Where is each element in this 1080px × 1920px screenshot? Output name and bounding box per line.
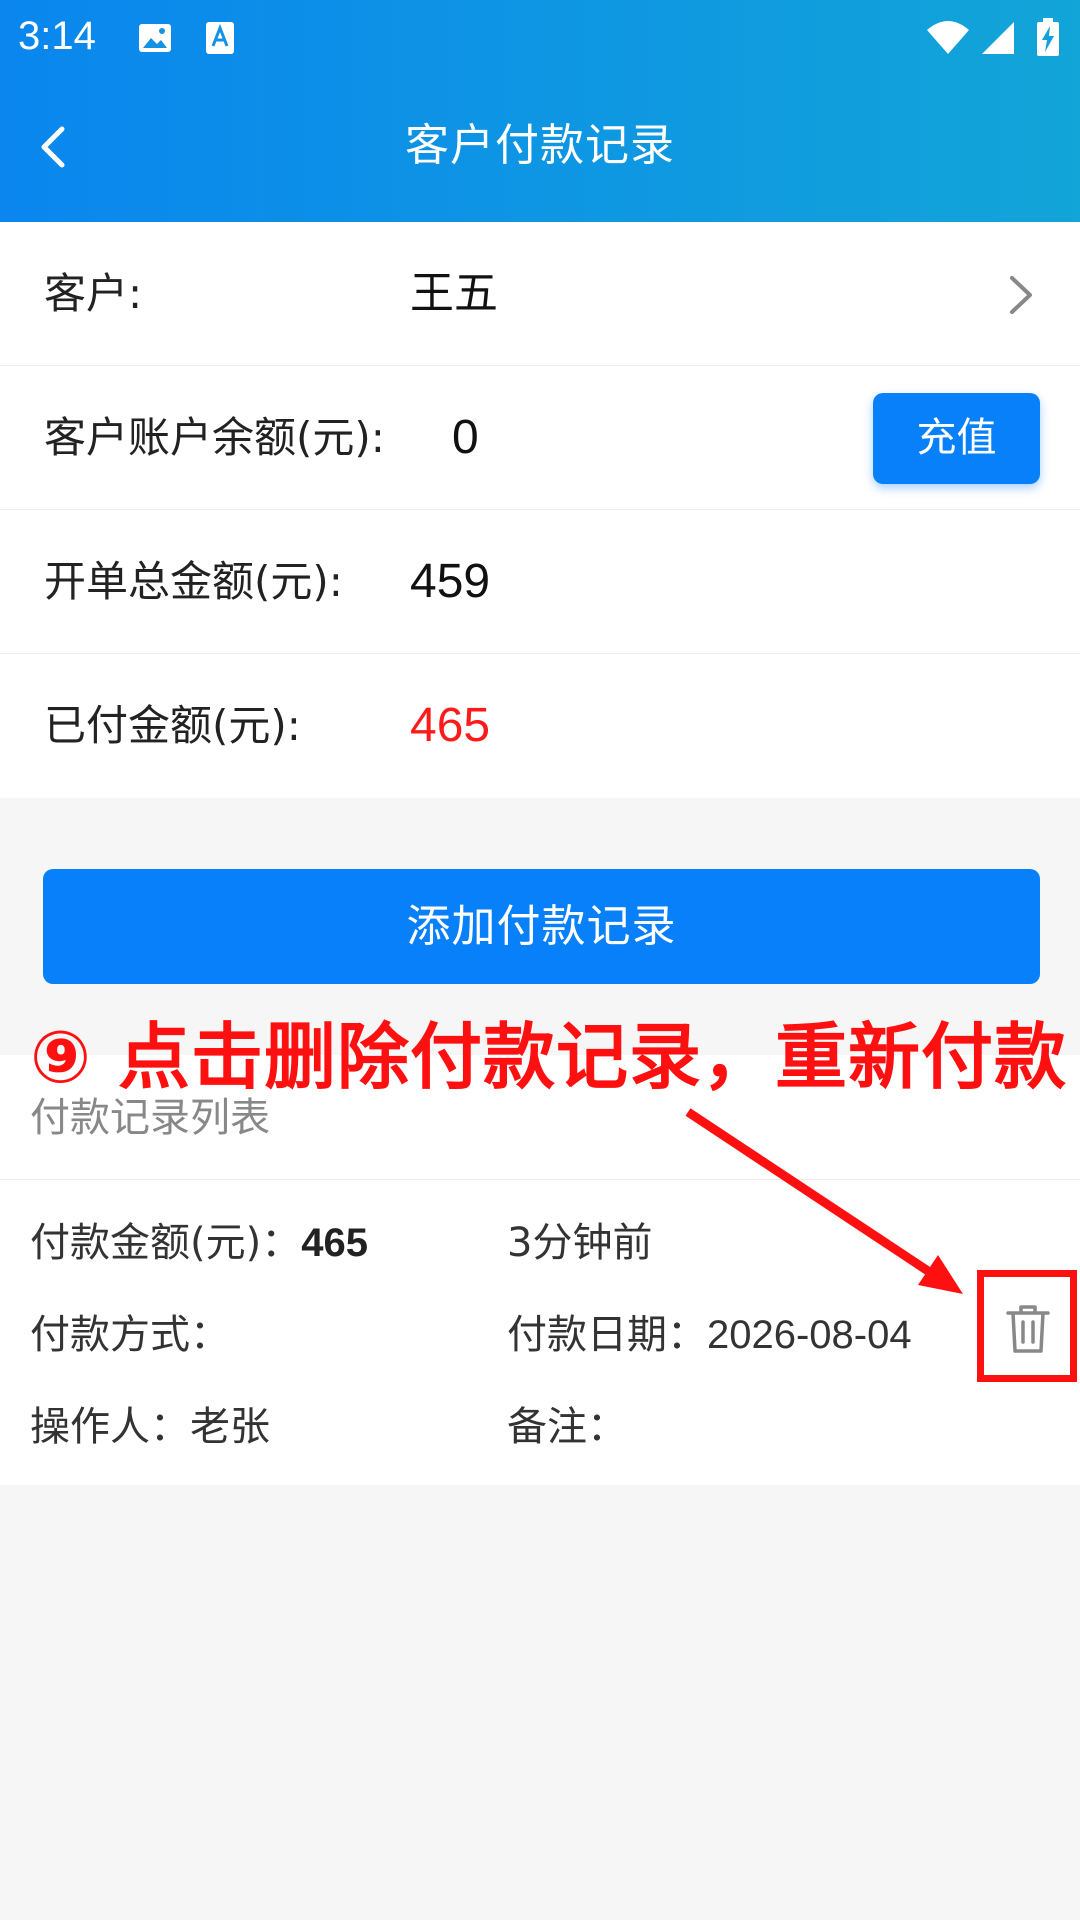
payment-date-value: 2026-08-04 bbox=[707, 1313, 912, 1357]
paid-amount-value: 465 bbox=[410, 699, 491, 752]
wifi-icon bbox=[927, 21, 969, 54]
operator-field: 操作人：老张 bbox=[30, 1402, 270, 1452]
payment-amount-label: 付款金额(元)： bbox=[30, 1220, 302, 1266]
total-amount-label: 开单总金额(元): bbox=[44, 557, 343, 606]
customer-info-section: 客户: 王五 客户账户余额(元): 0 充值 开单总金额(元): 459 已付金… bbox=[0, 222, 1080, 798]
total-amount-row: 开单总金额(元): 459 bbox=[0, 510, 1080, 654]
time-ago-text: 3分钟前 bbox=[507, 1220, 653, 1266]
payment-amount-value: 465 bbox=[301, 1221, 368, 1265]
page-title: 客户付款记录 bbox=[405, 120, 675, 171]
balance-label: 客户账户余额(元): bbox=[44, 413, 385, 462]
payment-date-label: 付款日期： bbox=[507, 1312, 707, 1358]
font-icon bbox=[206, 22, 234, 54]
note-label: 备注： bbox=[507, 1404, 627, 1450]
recharge-button[interactable]: 充值 bbox=[873, 393, 1040, 484]
operator-label: 操作人： bbox=[30, 1404, 190, 1450]
note-field: 备注： bbox=[507, 1402, 627, 1452]
payment-method-label: 付款方式： bbox=[30, 1312, 230, 1358]
payment-time-ago: 3分钟前 bbox=[507, 1218, 652, 1268]
paid-amount-row: 已付金额(元): 465 bbox=[0, 654, 1080, 798]
balance-value: 0 bbox=[452, 411, 479, 464]
nav-bar: 客户付款记录 bbox=[0, 72, 1080, 222]
customer-value: 王五 bbox=[410, 268, 498, 319]
payment-method-field: 付款方式： bbox=[30, 1310, 230, 1360]
image-icon bbox=[139, 24, 171, 52]
customer-row[interactable]: 客户: 王五 bbox=[0, 222, 1080, 366]
annotation-instruction: ⑨ 点击删除付款记录，重新付款 bbox=[30, 1015, 1068, 1099]
payment-date-field: 付款日期：2026-08-04 bbox=[507, 1310, 912, 1360]
operator-value: 老张 bbox=[190, 1404, 270, 1450]
customer-label: 客户: bbox=[44, 269, 143, 318]
payment-amount-field: 付款金额(元)：465 bbox=[30, 1218, 368, 1268]
paid-amount-label: 已付金额(元): bbox=[44, 701, 301, 750]
status-time: 3:14 bbox=[18, 14, 96, 58]
annotation-highlight-box bbox=[977, 1270, 1077, 1382]
list-divider bbox=[0, 1179, 1080, 1180]
signal-icon bbox=[982, 22, 1014, 54]
chevron-right-icon bbox=[1010, 276, 1032, 314]
battery-charging-icon bbox=[1037, 18, 1059, 56]
add-payment-record-button[interactable]: 添加付款记录 bbox=[43, 869, 1040, 984]
status-bar: 3:14 bbox=[0, 0, 1080, 72]
total-amount-value: 459 bbox=[410, 555, 491, 608]
app-header: 3:14 客户付款记录 bbox=[0, 0, 1080, 222]
